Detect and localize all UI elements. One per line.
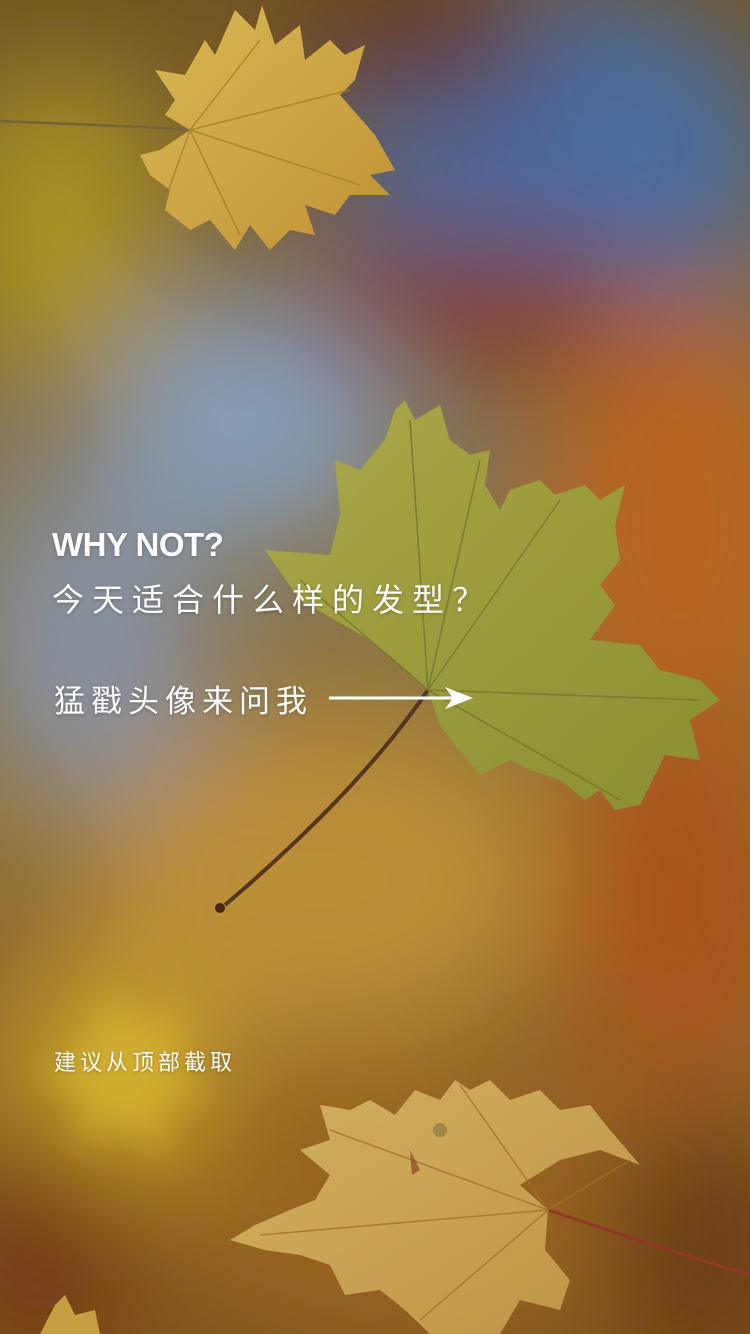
crop-hint-text: 建议从顶部截取 (54, 1051, 237, 1076)
autumn-leaves-background (0, 0, 750, 1334)
headline-chinese: 今天适合什么样的发型？ (52, 581, 493, 619)
avatar-prompt-text: 猛戳头像来问我 (54, 683, 313, 720)
arrow-right-icon (329, 687, 473, 709)
avatar-prompt: 猛戳头像来问我 (54, 676, 475, 720)
headline-english: WHY NOT? (52, 526, 224, 563)
